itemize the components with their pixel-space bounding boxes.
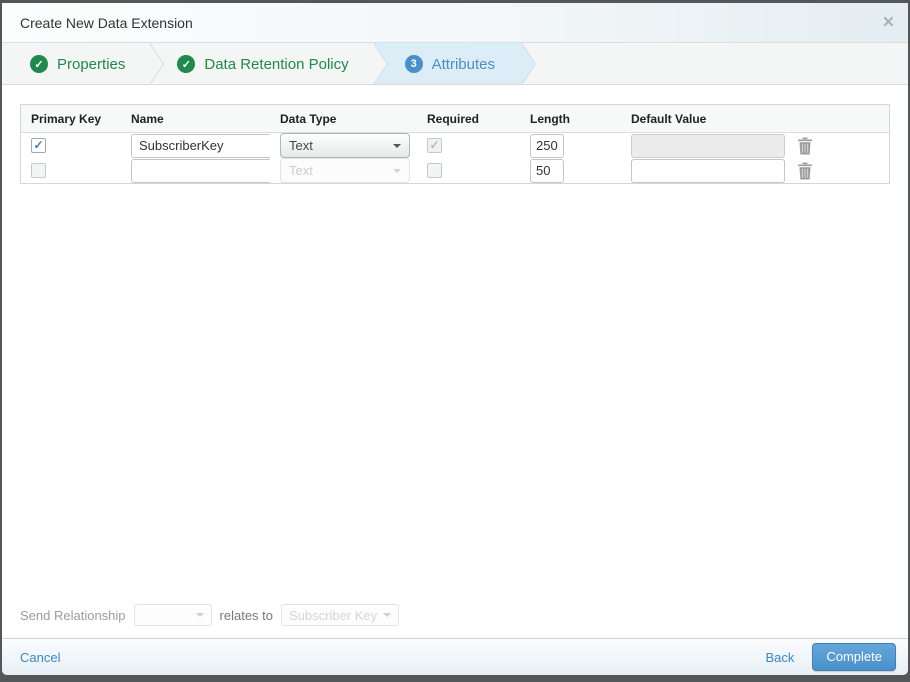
column-header-data-type: Data Type [270,105,417,133]
complete-button[interactable]: Complete [812,643,896,671]
trash-icon[interactable] [797,162,813,180]
wizard-steps: ✓ Properties ✓ Data Retention Policy 3 A… [2,43,908,85]
chevron-down-icon [393,143,401,148]
table-cell-length [520,158,621,183]
column-header-required: Required [417,105,520,133]
default-value-input[interactable] [631,158,785,183]
table-cell-required [417,133,520,158]
required-checkbox [427,138,442,153]
table-cell-data-type: Text [270,133,417,158]
primary-key-checkbox[interactable] [31,163,46,178]
required-checkbox[interactable] [427,163,442,178]
name-input[interactable] [131,158,272,183]
cancel-link[interactable]: Cancel [20,650,60,665]
name-input[interactable] [131,133,272,158]
step-attributes-label: Attributes [431,55,495,73]
send-relationship-row: Send Relationship relates to Subscriber … [20,604,908,626]
attributes-table: Primary Key Name Data Type Required Leng… [20,104,890,184]
table-row [21,158,121,183]
step-properties-label: Properties [57,55,126,73]
table-cell-default-value [621,133,786,158]
check-circle-icon: ✓ [30,55,48,73]
create-data-extension-modal: Create New Data Extension × ✓ Properties… [2,3,908,675]
send-relationship-label: Send Relationship [20,607,126,623]
default-value-input [631,133,785,158]
step-attributes[interactable]: 3 Attributes [372,43,537,84]
relates-to-label: relates to [219,607,274,623]
table-cell-default-value [621,158,786,183]
primary-key-checkbox[interactable] [31,138,46,153]
check-circle-icon: ✓ [177,55,196,73]
length-input[interactable] [530,133,564,158]
modal-body: Primary Key Name Data Type Required Leng… [2,85,908,638]
length-input[interactable] [530,158,564,183]
modal-title: Create New Data Extension [20,14,193,31]
column-header-default-value: Default Value [621,105,786,133]
table-cell-name [121,133,272,158]
column-header-length: Length [520,105,621,133]
chevron-down-icon [383,613,392,617]
step-properties[interactable]: ✓ Properties [2,43,165,84]
table-cell-actions [786,158,889,183]
trash-icon[interactable] [797,137,813,155]
chevron-down-icon [393,168,401,173]
table-row [21,133,121,158]
step-number-icon: 3 [404,55,423,73]
modal-titlebar: Create New Data Extension × [2,3,908,43]
table-cell-required [417,158,520,183]
table-cell-actions [786,133,889,158]
table-cell-data-type: Text [270,158,417,183]
column-header-primary-key: Primary Key [21,105,121,133]
send-relationship-target-select: Subscriber Key [281,604,400,626]
column-header-actions [786,105,889,133]
column-header-name: Name [121,105,270,133]
data-type-value: Text [289,138,313,153]
close-icon[interactable]: × [883,13,894,32]
send-relationship-target-value: Subscriber Key [289,607,378,623]
data-type-value: Text [289,163,313,178]
send-relationship-source-select [133,604,212,626]
data-type-select[interactable]: Text [280,133,410,158]
modal-footer: Cancel Back Complete [2,638,908,675]
data-type-select: Text [280,158,410,183]
chevron-down-icon [195,613,204,617]
step-data-retention-policy-label: Data Retention Policy [204,55,349,73]
table-cell-name [121,158,272,183]
step-data-retention-policy[interactable]: ✓ Data Retention Policy [149,43,388,84]
back-link[interactable]: Back [765,650,794,665]
table-cell-length [520,133,621,158]
